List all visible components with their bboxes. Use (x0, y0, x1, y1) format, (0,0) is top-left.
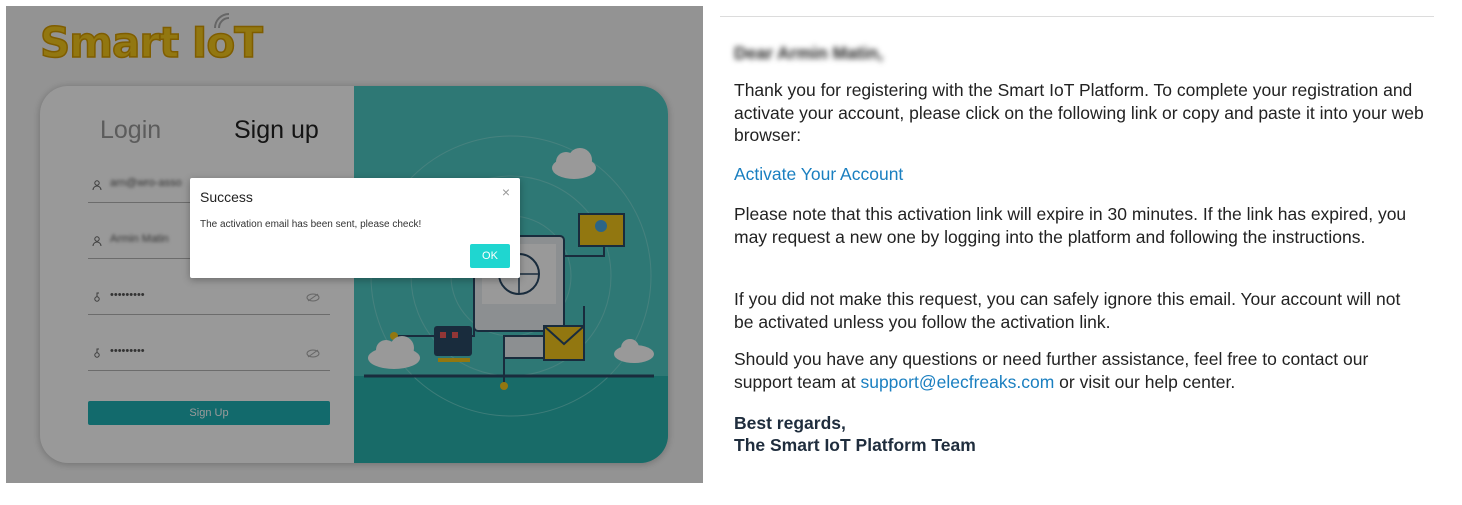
support-email-link[interactable]: support@elecfreaks.com (860, 372, 1054, 392)
support-text-after: or visit our help center. (1054, 371, 1236, 392)
email-paragraph: Thank you for registering with the Smart… (734, 80, 1424, 145)
email-signature: The Smart IoT Platform Team (734, 435, 976, 455)
dialog-title: Success (200, 189, 253, 205)
email-paragraph: If you did not make this request, you ca… (734, 289, 1401, 332)
activation-email: Dear Armin Matin, Thank you for register… (720, 16, 1434, 487)
activate-account-link[interactable]: Activate Your Account (734, 163, 1424, 186)
email-paragraph: Please note that this activation link wi… (734, 204, 1407, 247)
close-icon[interactable]: × (502, 184, 510, 200)
success-dialog: Success × The activation email has been … (190, 178, 520, 278)
email-greeting: Dear Armin Matin, (734, 43, 884, 63)
email-paragraph: Should you have any questions or need fu… (734, 348, 1424, 393)
signup-screenshot: Smart IoT Login Sign up arn@wro-asso Arm… (6, 6, 703, 483)
dialog-message: The activation email has been sent, plea… (200, 219, 422, 230)
email-sign-off: Best regards, (734, 413, 846, 433)
ok-button[interactable]: OK (470, 244, 510, 268)
